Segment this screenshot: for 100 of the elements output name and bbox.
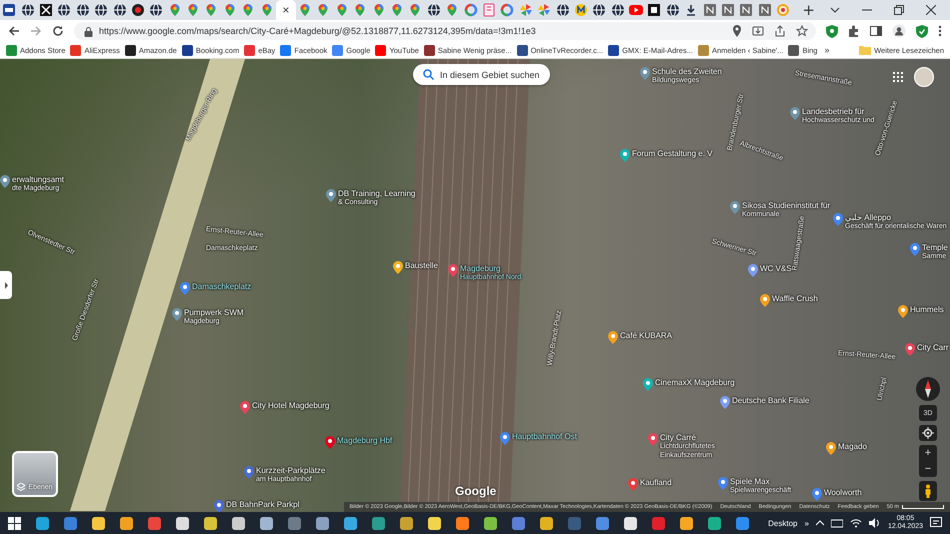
map-pin-icon[interactable] [325, 436, 335, 449]
map-pin-icon[interactable] [448, 264, 458, 277]
map-pin-icon[interactable] [500, 432, 510, 445]
map-pin-icon[interactable] [172, 308, 182, 321]
folder-icon [859, 45, 872, 55]
map-pin-icon[interactable] [730, 201, 740, 214]
map-pin-icon[interactable] [826, 442, 836, 455]
app-icon [148, 516, 160, 530]
app-icon [568, 516, 580, 530]
map-pin-icon[interactable] [648, 433, 658, 446]
map-pin-icon[interactable] [833, 213, 843, 226]
map-pin-icon[interactable] [608, 331, 618, 344]
zoom-out-button[interactable]: − [919, 461, 937, 477]
map-pin-icon[interactable] [748, 264, 758, 277]
app-icon [708, 516, 720, 530]
puzzle-icon[interactable] [848, 25, 860, 37]
map-pin-icon[interactable] [0, 175, 10, 188]
app-icon [736, 516, 748, 530]
map-pin-icon[interactable] [718, 477, 728, 490]
map-pin-icon[interactable] [790, 107, 800, 120]
expand-panel-button[interactable] [0, 271, 12, 299]
back-arrow-icon[interactable] [8, 25, 20, 37]
map-pin-icon[interactable] [910, 243, 920, 256]
street-view-button[interactable] [919, 481, 937, 501]
app-icon [232, 516, 244, 530]
place-label: Kaufland [640, 478, 672, 487]
app-icon [344, 516, 356, 530]
wifi-icon[interactable] [850, 518, 862, 528]
map-pin-icon[interactable] [620, 149, 630, 162]
app-icon [512, 516, 524, 530]
map-pin-icon[interactable] [643, 378, 653, 391]
toolbar-more-button[interactable]: » [804, 518, 809, 528]
map-pin-icon[interactable] [393, 261, 403, 274]
map-pin-icon [372, 3, 386, 17]
globe-icon [76, 3, 90, 17]
shield-icon[interactable] [826, 24, 838, 38]
map-pin-icon[interactable] [326, 189, 336, 202]
close-icon[interactable] [926, 5, 936, 15]
search-area-button[interactable]: In diesem Gebiet suchen [413, 64, 550, 85]
chevron-up-icon[interactable] [816, 520, 824, 526]
desktop-label[interactable]: Desktop [768, 518, 798, 528]
map-pin-icon [204, 3, 218, 17]
layers-icon [17, 483, 26, 491]
address-bar[interactable]: https://www.google.com/maps/search/City-Caré+Magdeburg/@52.1318877,11.6273124,395m/data=!3m1!1e3 [74, 22, 816, 40]
new-tab-button[interactable]: + [796, 2, 821, 18]
network-icon[interactable] [830, 518, 843, 528]
map-pin-icon[interactable] [240, 401, 250, 414]
place-label: Hummels [910, 305, 944, 314]
map-pin-icon [241, 3, 256, 17]
map-pin-icon [260, 3, 274, 17]
side-panel-icon[interactable] [870, 25, 882, 37]
app-icon [64, 516, 76, 530]
app-icon [36, 516, 48, 530]
globe-icon [112, 3, 127, 17]
scale-bar [902, 505, 944, 509]
map-pin-icon[interactable] [720, 396, 730, 409]
chevron-down-icon[interactable] [830, 5, 840, 15]
map-pin-icon[interactable] [905, 343, 915, 356]
map-pin-icon [222, 3, 237, 17]
compass-icon[interactable] [916, 377, 940, 401]
map-pin-icon [316, 3, 330, 17]
map-pin-icon [445, 3, 460, 17]
ring-icon [776, 3, 790, 17]
map-pin-icon [353, 3, 368, 17]
location-pin-icon[interactable] [732, 25, 742, 37]
profile-icon[interactable] [892, 24, 906, 38]
more-bookmarks-button[interactable]: » [822, 45, 832, 55]
app-icon [680, 516, 692, 530]
app-icon [120, 516, 132, 530]
map-pin-icon[interactable] [812, 488, 822, 501]
globe-icon [592, 3, 606, 17]
map-pin-icon[interactable] [244, 466, 254, 479]
restore-icon[interactable] [894, 5, 904, 15]
app-icon [596, 516, 608, 530]
globe-icon [610, 3, 625, 17]
map-pin-icon[interactable] [628, 478, 638, 491]
map-pin-icon[interactable] [760, 294, 770, 307]
place-label: Café KUBARA [620, 331, 672, 340]
map-pin-icon[interactable] [640, 67, 650, 80]
map-pin-icon[interactable] [214, 500, 224, 512]
kebab-menu-icon[interactable] [938, 25, 942, 37]
app-icon [288, 516, 300, 530]
my-location-button[interactable] [919, 425, 937, 441]
share-icon[interactable] [774, 25, 786, 37]
avatar[interactable] [914, 67, 934, 87]
map-pin-icon[interactable] [898, 305, 908, 318]
notification-icon[interactable] [930, 517, 942, 529]
zoom-in-button[interactable]: + [919, 445, 937, 461]
satellite-map[interactable] [0, 59, 950, 512]
speaker-icon[interactable] [868, 518, 881, 528]
check-shield-icon[interactable] [916, 24, 928, 38]
apps-grid-icon[interactable] [893, 72, 903, 82]
browser-tab[interactable]: × [276, 0, 296, 20]
star-icon[interactable] [796, 25, 808, 37]
place-label: Forum Gestaltung e. V [632, 149, 712, 158]
map-pin-icon[interactable] [180, 282, 190, 295]
install-icon[interactable] [752, 25, 764, 37]
reload-icon[interactable] [52, 25, 64, 37]
app-icon [176, 516, 188, 530]
app-icon [316, 516, 328, 530]
